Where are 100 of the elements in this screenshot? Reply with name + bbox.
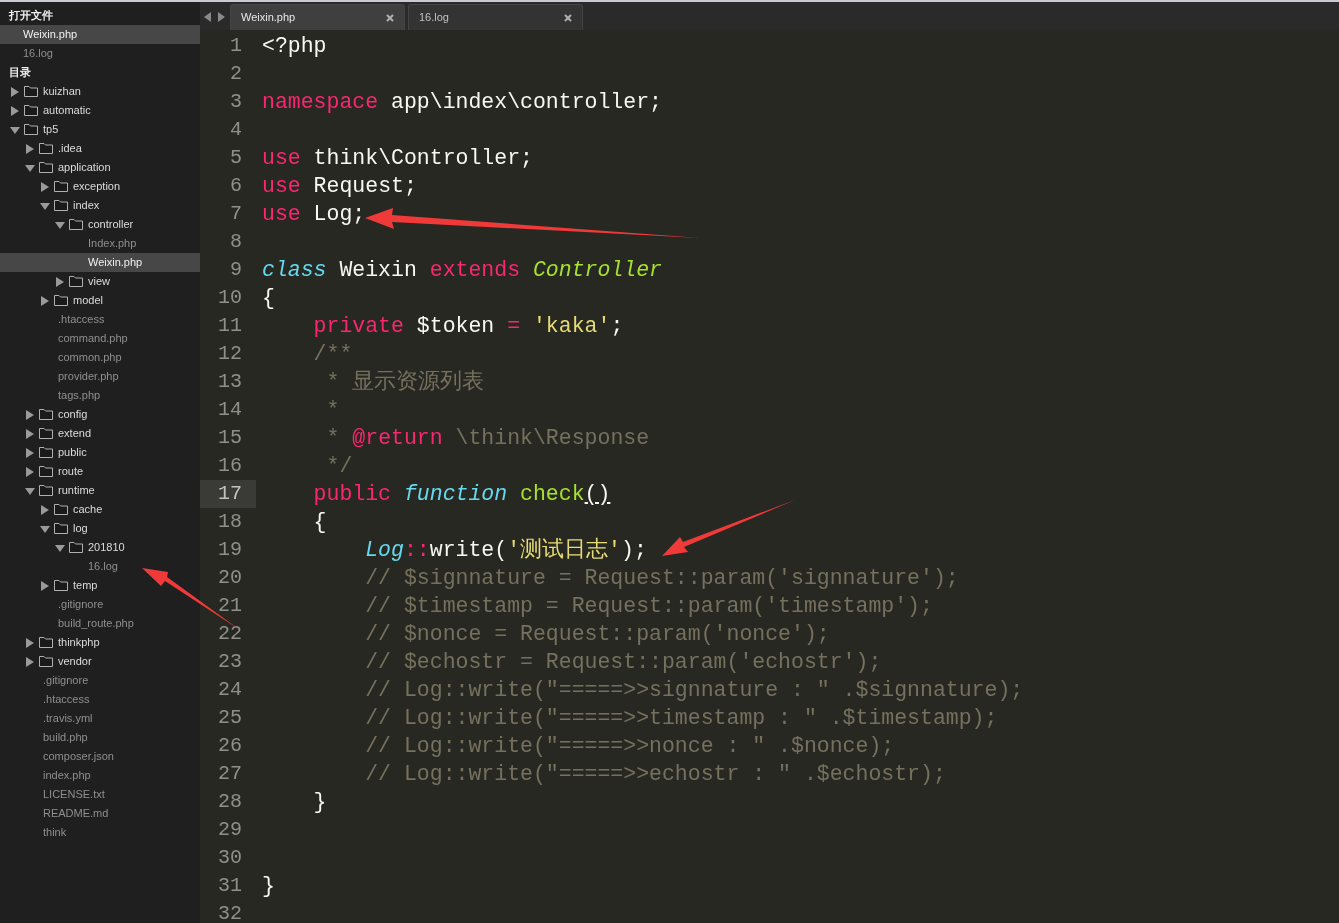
code-line: */: [325, 453, 353, 480]
folder-item[interactable]: config: [0, 405, 200, 424]
open-file-item[interactable]: 16.log: [0, 44, 200, 63]
expanded-icon: [10, 124, 20, 135]
folder-item[interactable]: application: [0, 158, 200, 177]
folder-item[interactable]: cache: [0, 500, 200, 519]
line-number: 18: [217, 509, 243, 535]
code-line: }: [312, 789, 327, 816]
file-item[interactable]: 16.log: [0, 557, 200, 576]
code-line: use Request;: [261, 173, 417, 200]
line-number: 28: [217, 789, 243, 815]
folder-item[interactable]: extend: [0, 424, 200, 443]
file-item[interactable]: provider.php: [0, 367, 200, 386]
line-number: 16: [217, 453, 243, 479]
line-number: 26: [217, 733, 243, 759]
folder-item[interactable]: view: [0, 272, 200, 291]
open-file-item[interactable]: Weixin.php: [0, 25, 200, 44]
collapsed-icon: [25, 143, 35, 154]
section-heading: 目录: [8, 65, 32, 80]
collapsed-icon: [25, 409, 35, 420]
close-icon: [386, 13, 394, 22]
folder-icon: [39, 428, 53, 439]
code-line: use think\Controller;: [261, 145, 533, 172]
file-item[interactable]: build.php: [0, 728, 200, 747]
line-number: 32: [217, 901, 243, 923]
code-line: use Log;: [261, 201, 366, 228]
code-line: // $timestamp = Request::param('timestamp');: [364, 593, 933, 620]
collapsed-icon: [10, 86, 20, 97]
folder-item[interactable]: temp: [0, 576, 200, 595]
folder-item[interactable]: tp5: [0, 120, 200, 139]
file-item[interactable]: .htaccess: [0, 310, 200, 329]
expanded-icon: [55, 542, 65, 553]
file-item[interactable]: composer.json: [0, 747, 200, 766]
file-item[interactable]: README.md: [0, 804, 200, 823]
file-item[interactable]: Weixin.php: [0, 253, 200, 272]
file-item[interactable]: common.php: [0, 348, 200, 367]
line-number: 7: [229, 201, 243, 227]
expanded-icon: [55, 219, 65, 230]
file-item[interactable]: .htaccess: [0, 690, 200, 709]
folder-item[interactable]: model: [0, 291, 200, 310]
file-item[interactable]: tags.php: [0, 386, 200, 405]
file-item[interactable]: Index.php: [0, 234, 200, 253]
collapsed-icon: [40, 504, 50, 515]
folder-item[interactable]: exception: [0, 177, 200, 196]
expanded-icon: [25, 162, 35, 173]
file-item[interactable]: .travis.yml: [0, 709, 200, 728]
code-line: // Log::write("=====>>echostr : " .$echostr);: [364, 761, 946, 788]
folder-item[interactable]: .idea: [0, 139, 200, 158]
folder-icon: [39, 466, 53, 477]
code-line: // $echostr = Request::param('echostr');: [364, 649, 882, 676]
folder-item[interactable]: controller: [0, 215, 200, 234]
line-number: 29: [217, 817, 243, 843]
code-line: }: [261, 873, 275, 900]
file-item[interactable]: command.php: [0, 329, 200, 348]
collapsed-icon: [25, 447, 35, 458]
folder-item[interactable]: public: [0, 443, 200, 462]
folder-icon: [39, 143, 53, 154]
code-line: private $token = 'kaka';: [312, 313, 624, 340]
line-number: 10: [217, 285, 243, 311]
folder-icon: [54, 504, 68, 515]
file-item[interactable]: .gitignore: [0, 671, 200, 690]
code-line: *: [325, 397, 340, 424]
folder-item[interactable]: runtime: [0, 481, 200, 500]
folder-icon: [39, 637, 53, 648]
code-line: {: [261, 285, 275, 312]
code-line: namespace app\index\controller;: [261, 89, 662, 116]
editor-tab[interactable]: Weixin.php: [230, 4, 405, 30]
line-number: 14: [217, 397, 243, 423]
folder-icon: [54, 523, 68, 534]
expanded-icon: [25, 485, 35, 496]
line-number: 3: [229, 89, 243, 115]
section-heading: 打开文件: [8, 8, 54, 23]
collapsed-icon: [40, 580, 50, 591]
folder-item[interactable]: thinkphp: [0, 633, 200, 652]
file-item[interactable]: think: [0, 823, 200, 842]
folder-item[interactable]: index: [0, 196, 200, 215]
line-number: 22: [217, 621, 243, 647]
folder-item[interactable]: kuizhan: [0, 82, 200, 101]
folder-icon: [39, 409, 53, 420]
collapsed-icon: [55, 276, 65, 287]
file-item[interactable]: LICENSE.txt: [0, 785, 200, 804]
line-number: 11: [217, 313, 243, 339]
editor-tab[interactable]: 16.log: [408, 4, 583, 30]
folder-item[interactable]: vendor: [0, 652, 200, 671]
file-item[interactable]: .gitignore: [0, 595, 200, 614]
file-item[interactable]: build_route.php: [0, 614, 200, 633]
folder-item[interactable]: route: [0, 462, 200, 481]
folder-item[interactable]: automatic: [0, 101, 200, 120]
code-line: // $nonce = Request::param('nonce');: [364, 621, 830, 648]
folder-item[interactable]: log: [0, 519, 200, 538]
expanded-icon: [40, 200, 50, 211]
line-number: 2: [229, 61, 243, 87]
line-number: 20: [217, 565, 243, 591]
code-line: {: [312, 509, 327, 536]
file-item[interactable]: index.php: [0, 766, 200, 785]
code-line: // Log::write("=====>>nonce : " .$nonce);: [364, 733, 895, 760]
code-line: Log::write('测试日志');: [364, 536, 647, 564]
code-line: // Log::write("=====>>signnature : " .$signnature);: [364, 677, 1024, 704]
folder-item[interactable]: 201810: [0, 538, 200, 557]
line-number: 31: [217, 873, 243, 899]
